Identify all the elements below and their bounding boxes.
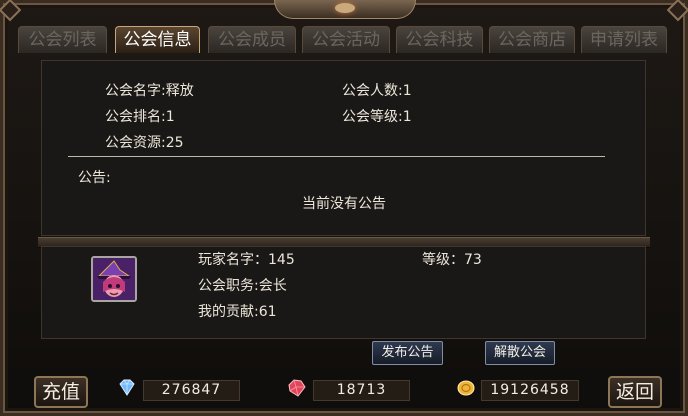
gold-amount: 19126458 (481, 380, 579, 401)
disband-guild-button[interactable]: 解散公会 (485, 341, 555, 365)
player-level: 等级：73 (422, 252, 482, 268)
ruby-amount: 18713 (313, 380, 410, 401)
tab-guild-activities[interactable]: 公会活动 (302, 26, 390, 53)
witch-hat-avatar-icon (93, 258, 135, 300)
tab-guild-tech[interactable]: 公会科技 (396, 26, 483, 53)
notice-label: 公告: (78, 170, 111, 186)
player-name: 玩家名字：145 (198, 252, 295, 268)
diamond-amount: 276847 (143, 380, 240, 401)
player-contribution: 我的贡献:61 (198, 304, 277, 320)
red-ruby-icon (288, 379, 306, 397)
tab-guild-members[interactable]: 公会成员 (208, 26, 296, 53)
player-avatar (91, 256, 137, 302)
guild-level: 公会等级:1 (342, 109, 412, 125)
tab-guild-shop[interactable]: 公会商店 (489, 26, 575, 53)
notice-content: 当前没有公告 (302, 196, 386, 212)
guild-resources: 公会资源:25 (105, 135, 184, 151)
recharge-button[interactable]: 充值 (34, 376, 88, 408)
gold-coin-icon (457, 380, 475, 396)
back-button[interactable]: 返回 (608, 376, 662, 408)
top-crest-ornament (274, 0, 416, 19)
guild-rank: 公会排名:1 (105, 109, 175, 125)
tab-bar: 公会列表 公会信息 公会成员 公会活动 公会科技 公会商店 申请列表 (18, 26, 670, 54)
section-divider (68, 156, 605, 157)
player-position: 公会职务:会长 (198, 278, 287, 294)
publish-notice-button[interactable]: 发布公告 (372, 341, 443, 365)
tab-guild-list[interactable]: 公会列表 (18, 26, 107, 53)
guild-name: 公会名字:释放 (105, 83, 194, 99)
tab-guild-info[interactable]: 公会信息 (115, 26, 200, 53)
blue-diamond-icon (119, 379, 135, 396)
guild-member-count: 公会人数:1 (342, 83, 412, 99)
tab-application-list[interactable]: 申请列表 (581, 26, 667, 53)
